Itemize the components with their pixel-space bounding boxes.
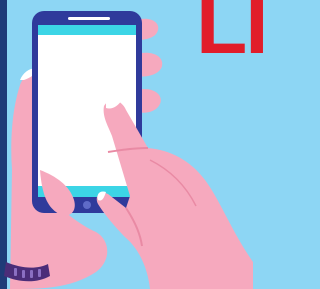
home-button-icon[interactable] (83, 201, 91, 209)
headline-text: LI (196, 0, 269, 71)
speaker-slot-icon (68, 17, 110, 20)
left-edge-stripe (0, 0, 7, 289)
screen-top-bar (38, 25, 136, 35)
